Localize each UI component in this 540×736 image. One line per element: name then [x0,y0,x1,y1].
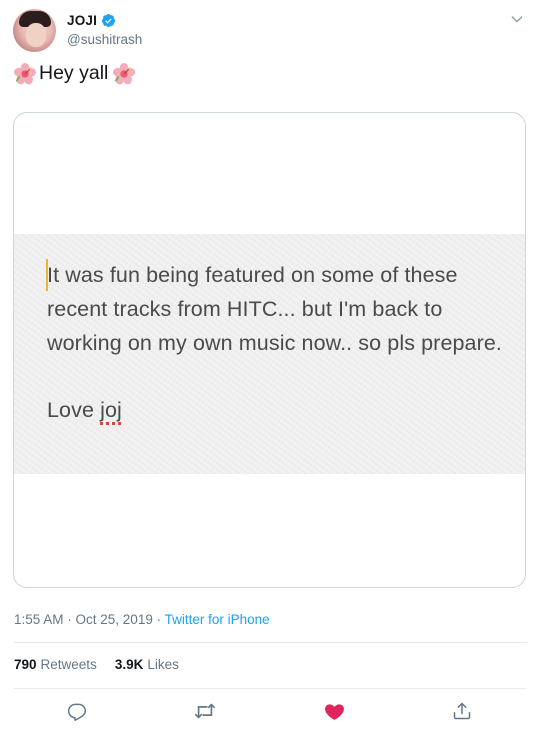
retweet-icon [195,703,215,719]
tweet-stats: 790 Retweets 3.9K Likes [14,657,197,672]
note-sign-name: joj [100,398,122,422]
retweets-label: Retweets [40,657,97,672]
tweet-time[interactable]: 1:55 AM [14,612,64,627]
share-icon [453,702,471,720]
retweets-count: 790 [14,657,37,672]
heart-icon [324,703,344,720]
avatar-face [26,23,46,47]
note-screenshot: It was fun being featured on some of the… [14,234,525,474]
meta-separator: · [63,612,76,627]
hibiscus-icon [113,62,136,84]
note-sign-prefix: Love [47,398,101,422]
avatar[interactable] [13,9,56,52]
share-button[interactable] [451,700,473,722]
tweet-text: Hey yall [14,62,136,85]
name-row: JOJI [67,13,116,28]
reply-icon [67,703,87,721]
tweet-media-image[interactable]: It was fun being featured on some of the… [13,112,526,588]
like-button[interactable] [323,700,345,722]
meta-separator: · [152,612,165,627]
tweet-meta: 1:55 AM · Oct 25, 2019 · Twitter for iPh… [14,612,270,627]
likes-label: Likes [147,657,179,672]
note-signature: Love joj [47,393,517,427]
hibiscus-icon [14,62,36,84]
user-handle[interactable]: @sushitrash [67,32,142,47]
verified-badge-icon [102,13,116,28]
note-text: It was fun being featured on some of the… [47,258,517,427]
tweet-body: Hey yall [39,62,109,84]
chevron-down-icon[interactable] [509,11,525,27]
divider [14,688,527,689]
display-name[interactable]: JOJI [67,13,97,28]
retweets-stat[interactable]: 790 Retweets [14,657,97,672]
likes-stat[interactable]: 3.9K Likes [115,657,179,672]
tweet-actions [14,700,527,724]
divider [14,642,527,643]
tweet-date[interactable]: Oct 25, 2019 [76,612,153,627]
retweet-button[interactable] [194,700,216,722]
tweet-source-link[interactable]: Twitter for iPhone [165,612,270,627]
likes-count: 3.9K [114,657,144,672]
tweet-header: JOJI @sushitrash [13,9,527,55]
note-body: It was fun being featured on some of the… [47,263,503,355]
reply-button[interactable] [66,700,88,722]
